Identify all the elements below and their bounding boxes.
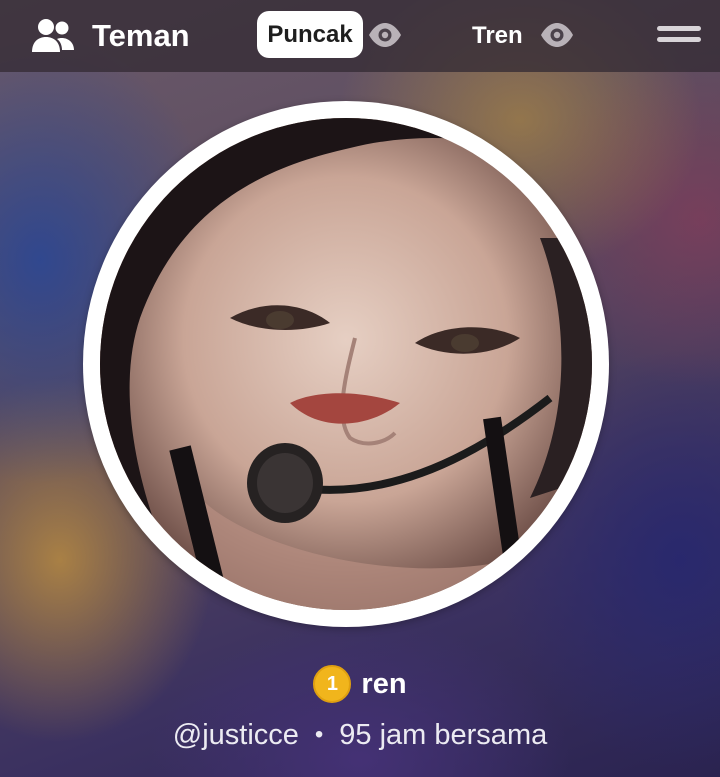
username-handle[interactable]: @justicce	[173, 719, 299, 752]
tab-tren[interactable]: Tren	[472, 17, 523, 55]
meta-row: @justicce • 95 jam bersama	[0, 714, 720, 756]
rank-badge: 1	[313, 665, 352, 703]
avatar-image	[100, 118, 592, 610]
tab-puncak-label: Puncak	[267, 20, 353, 48]
friends-icon	[32, 19, 74, 52]
rank-number: 1	[326, 672, 338, 695]
separator-dot: •	[314, 721, 324, 748]
hours-together: 95 jam bersama	[339, 718, 548, 751]
display-name[interactable]: ren	[361, 668, 406, 701]
name-row: 1 ren	[0, 663, 720, 705]
avatar[interactable]	[100, 118, 592, 610]
eye-icon[interactable]	[540, 22, 574, 48]
friends-label: Teman	[92, 18, 190, 53]
top-bar: Teman Puncak Tren	[0, 0, 720, 72]
eye-icon[interactable]	[368, 22, 402, 48]
tab-tren-label: Tren	[472, 22, 523, 49]
menu-icon[interactable]	[657, 26, 701, 46]
tab-puncak[interactable]: Puncak	[257, 11, 363, 58]
friends-button[interactable]: Teman	[30, 14, 190, 58]
